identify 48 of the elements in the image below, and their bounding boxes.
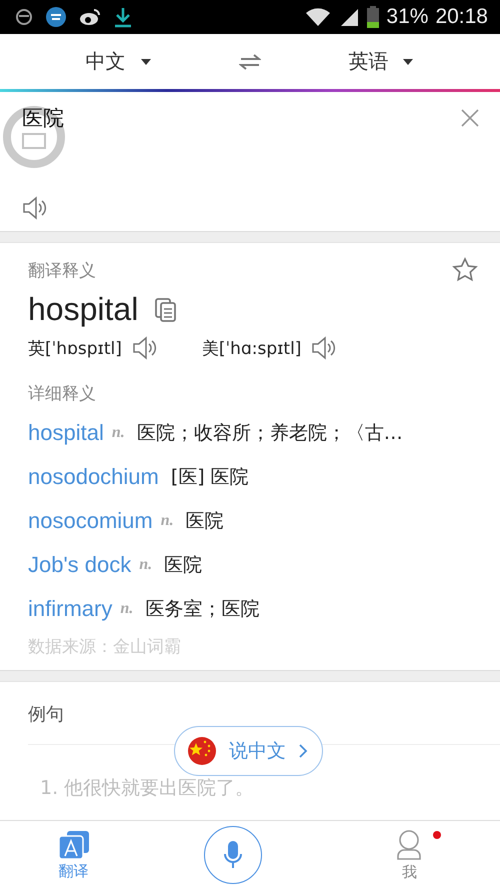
translation-word: hospital: [28, 291, 138, 328]
person-icon: [395, 828, 424, 860]
speaker-icon[interactable]: [132, 336, 158, 360]
download-icon: [112, 6, 134, 28]
copy-icon[interactable]: [154, 296, 178, 322]
entry-meaning: [医] 医院: [170, 465, 249, 490]
section-title: 翻译释义: [28, 260, 96, 282]
entry-word[interactable]: hospital: [28, 420, 104, 446]
source-language-dropdown[interactable]: 中文: [82, 44, 156, 79]
section-title: 例句: [28, 703, 65, 726]
caret-icon: [140, 58, 152, 66]
entry-word[interactable]: nosodochium: [28, 464, 159, 490]
chevron-right-icon: [298, 743, 308, 759]
chat-icon: [44, 6, 68, 28]
example-sentence: 1. 他很快就要出医院了。: [40, 776, 256, 801]
entry-meaning: 医院；收容所；养老院；〈古…: [136, 421, 403, 446]
translate-tab[interactable]: 翻译: [56, 830, 91, 880]
star-icon[interactable]: [452, 257, 478, 283]
floating-ring-icon[interactable]: [1, 104, 67, 170]
part-of-speech: n.: [160, 512, 174, 530]
input-field[interactable]: 医院: [22, 106, 222, 130]
speaker-icon[interactable]: [22, 196, 48, 220]
battery-percent: 31%: [386, 5, 428, 29]
entry-word[interactable]: infirmary: [28, 596, 112, 622]
entry-meaning: 医院: [186, 509, 224, 534]
section-title: 详细释义: [28, 383, 97, 405]
clock: 20:18: [435, 5, 488, 29]
speak-chinese-button[interactable]: 说中文: [174, 726, 323, 776]
microphone-icon: [222, 839, 243, 871]
close-icon[interactable]: [460, 108, 480, 128]
wifi-icon: [305, 7, 332, 27]
entry-meaning: 医院: [164, 553, 202, 578]
part-of-speech: n.: [112, 424, 125, 442]
target-language-dropdown[interactable]: 英语: [344, 44, 418, 79]
swap-icon[interactable]: [238, 52, 261, 70]
profile-tab[interactable]: 我: [375, 828, 444, 882]
entry-meaning: 医务室；医院: [145, 597, 260, 622]
entry-word[interactable]: Job's dock: [28, 552, 132, 578]
phonetic-text: 英[ˈhɒspɪtl]: [28, 338, 122, 360]
flag-icon: [187, 736, 217, 766]
part-of-speech: n.: [120, 600, 134, 618]
caret-icon: [402, 58, 414, 66]
battery-icon: [367, 6, 380, 28]
translate-icon: [56, 830, 91, 860]
part-of-speech: n.: [139, 556, 152, 574]
phonetic-text: 美[ˈhɑ:spɪtl]: [202, 338, 302, 360]
entry-word[interactable]: nosocomium: [28, 508, 153, 534]
speaker-icon[interactable]: [311, 336, 338, 360]
